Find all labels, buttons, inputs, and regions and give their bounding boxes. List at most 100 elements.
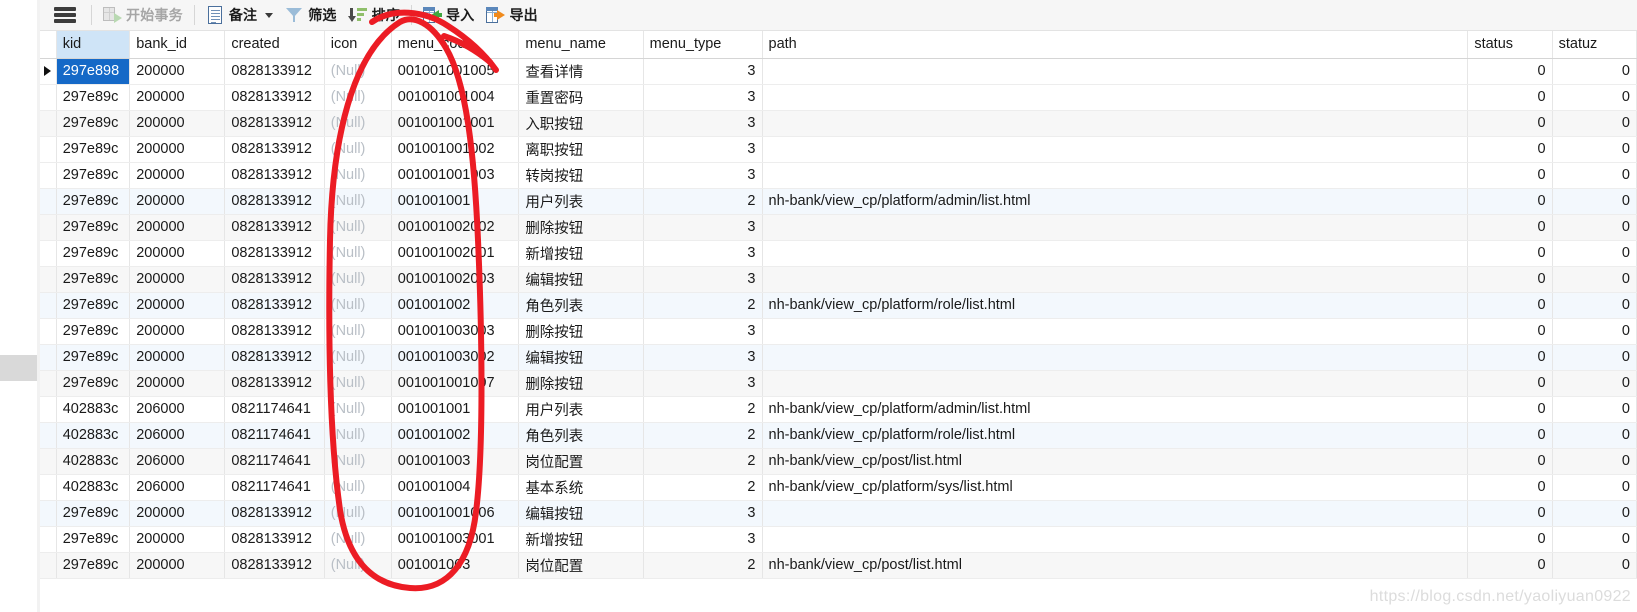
table-row[interactable]: 297e89c 200000 0828133912 (Null) 001001001 用户…	[40, 188, 1637, 215]
cell-menu_type[interactable]: 2	[643, 292, 763, 319]
cell-icon[interactable]: (Null)	[324, 422, 392, 449]
cell-created[interactable]: 0828133912	[224, 188, 325, 215]
note-button[interactable]: 备注	[200, 2, 279, 29]
cell-menu_code[interactable]: 001001004	[391, 474, 520, 501]
cell-menu_code[interactable]: 001001001	[391, 188, 520, 215]
cell-menu_name[interactable]: 岗位配置	[518, 448, 644, 475]
cell-path[interactable]	[762, 370, 1469, 397]
cell-statuz[interactable]: 0	[1552, 474, 1637, 501]
cell-menu_type[interactable]: 3	[643, 110, 763, 137]
cell-menu_name[interactable]: 入职按钮	[518, 110, 644, 137]
cell-created[interactable]: 0828133912	[224, 110, 325, 137]
cell-path[interactable]: nh-bank/view_cp/platform/role/list.html	[762, 422, 1469, 449]
cell-status[interactable]: 0	[1467, 240, 1553, 267]
cell-menu_name[interactable]: 编辑按钮	[518, 344, 644, 371]
cell-bank_id[interactable]: 200000	[129, 188, 226, 215]
cell-menu_name[interactable]: 转岗按钮	[518, 162, 644, 189]
cell-created[interactable]: 0828133912	[224, 240, 325, 267]
row-marker-cell[interactable]	[40, 110, 57, 137]
cell-kid[interactable]: 297e89c	[56, 240, 131, 267]
cell-kid[interactable]: 297e89c	[56, 292, 131, 319]
cell-statuz[interactable]: 0	[1552, 58, 1637, 85]
cell-created[interactable]: 0828133912	[224, 214, 325, 241]
cell-statuz[interactable]: 0	[1552, 500, 1637, 527]
row-marker-cell[interactable]	[40, 188, 57, 215]
cell-icon[interactable]: (Null)	[324, 318, 392, 345]
cell-statuz[interactable]: 0	[1552, 448, 1637, 475]
cell-icon[interactable]: (Null)	[324, 188, 392, 215]
cell-created[interactable]: 0828133912	[224, 292, 325, 319]
cell-bank_id[interactable]: 200000	[129, 526, 226, 553]
cell-menu_code[interactable]: 001001003	[391, 448, 520, 475]
begin-transaction-button[interactable]: 开始事务	[97, 2, 189, 29]
cell-path[interactable]: nh-bank/view_cp/platform/role/list.html	[762, 292, 1469, 319]
menu-button[interactable]	[44, 2, 86, 29]
cell-icon[interactable]: (Null)	[324, 292, 392, 319]
cell-menu_type[interactable]: 2	[643, 188, 763, 215]
cell-bank_id[interactable]: 200000	[129, 58, 226, 85]
cell-path[interactable]: nh-bank/view_cp/platform/admin/list.html	[762, 188, 1469, 215]
cell-created[interactable]: 0821174641	[224, 396, 325, 423]
column-header-created[interactable]: created	[224, 31, 325, 59]
cell-status[interactable]: 0	[1467, 344, 1553, 371]
cell-menu_type[interactable]: 3	[643, 58, 763, 85]
cell-bank_id[interactable]: 200000	[129, 84, 226, 111]
table-row[interactable]: 297e89c 200000 0828133912 (Null) 001001002 角色…	[40, 292, 1637, 319]
row-marker-cell[interactable]	[40, 240, 57, 267]
cell-menu_code[interactable]: 001001002001	[391, 240, 520, 267]
cell-bank_id[interactable]: 200000	[129, 344, 226, 371]
table-row[interactable]: 297e89c 200000 0828133912 (Null) 00100100200…	[40, 266, 1637, 293]
cell-kid[interactable]: 297e89c	[56, 344, 131, 371]
cell-menu_type[interactable]: 2	[643, 396, 763, 423]
cell-menu_code[interactable]: 001001002002	[391, 214, 520, 241]
table-row[interactable]: 297e898 200000 0828133912 (Null) 00100100100…	[40, 58, 1637, 85]
cell-created[interactable]: 0828133912	[224, 500, 325, 527]
cell-created[interactable]: 0828133912	[224, 344, 325, 371]
cell-status[interactable]: 0	[1467, 214, 1553, 241]
cell-status[interactable]: 0	[1467, 526, 1553, 553]
cell-menu_type[interactable]: 2	[643, 422, 763, 449]
cell-created[interactable]: 0828133912	[224, 136, 325, 163]
cell-menu_type[interactable]: 2	[643, 552, 763, 579]
column-header-menu_type[interactable]: menu_type	[643, 31, 763, 59]
cell-status[interactable]: 0	[1467, 318, 1553, 345]
cell-menu_code[interactable]: 001001002	[391, 292, 520, 319]
cell-status[interactable]: 0	[1467, 500, 1553, 527]
chevron-down-icon[interactable]	[265, 12, 274, 18]
cell-created[interactable]: 0821174641	[224, 448, 325, 475]
cell-icon[interactable]: (Null)	[324, 110, 392, 137]
cell-menu_code[interactable]: 001001001005	[391, 58, 520, 85]
table-row[interactable]: 297e89c 200000 0828133912 (Null) 00100100100…	[40, 500, 1637, 527]
cell-statuz[interactable]: 0	[1552, 188, 1637, 215]
row-marker-cell[interactable]	[40, 162, 57, 189]
cell-menu_name[interactable]: 新增按钮	[518, 526, 644, 553]
table-row[interactable]: 402883c 206000 0821174641 (Null) 001001003 岗位…	[40, 448, 1637, 475]
cell-kid[interactable]: 402883c	[56, 474, 131, 501]
cell-status[interactable]: 0	[1467, 110, 1553, 137]
column-header-statuz[interactable]: statuz	[1552, 31, 1637, 59]
cell-bank_id[interactable]: 206000	[129, 448, 226, 475]
cell-statuz[interactable]: 0	[1552, 136, 1637, 163]
row-marker-cell[interactable]	[40, 214, 57, 241]
sort-button[interactable]: 排序	[343, 2, 406, 29]
row-marker-cell[interactable]	[40, 526, 57, 553]
column-header-path[interactable]: path	[762, 31, 1469, 59]
cell-created[interactable]: 0828133912	[224, 552, 325, 579]
cell-kid[interactable]: 297e89c	[56, 214, 131, 241]
cell-menu_name[interactable]: 新增按钮	[518, 240, 644, 267]
cell-icon[interactable]: (Null)	[324, 136, 392, 163]
cell-menu_type[interactable]: 3	[643, 500, 763, 527]
cell-icon[interactable]: (Null)	[324, 58, 392, 85]
cell-statuz[interactable]: 0	[1552, 162, 1637, 189]
cell-bank_id[interactable]: 200000	[129, 240, 226, 267]
cell-menu_code[interactable]: 001001003001	[391, 526, 520, 553]
cell-icon[interactable]: (Null)	[324, 370, 392, 397]
data-grid[interactable]: kid bank_id created icon menu_code menu_name m…	[40, 31, 1637, 612]
row-marker-cell[interactable]	[40, 318, 57, 345]
cell-bank_id[interactable]: 200000	[129, 266, 226, 293]
cell-menu_code[interactable]: 001001002003	[391, 266, 520, 293]
table-row[interactable]: 402883c 206000 0821174641 (Null) 001001001 用户…	[40, 396, 1637, 423]
cell-icon[interactable]: (Null)	[324, 448, 392, 475]
cell-kid[interactable]: 402883c	[56, 396, 131, 423]
cell-bank_id[interactable]: 200000	[129, 500, 226, 527]
